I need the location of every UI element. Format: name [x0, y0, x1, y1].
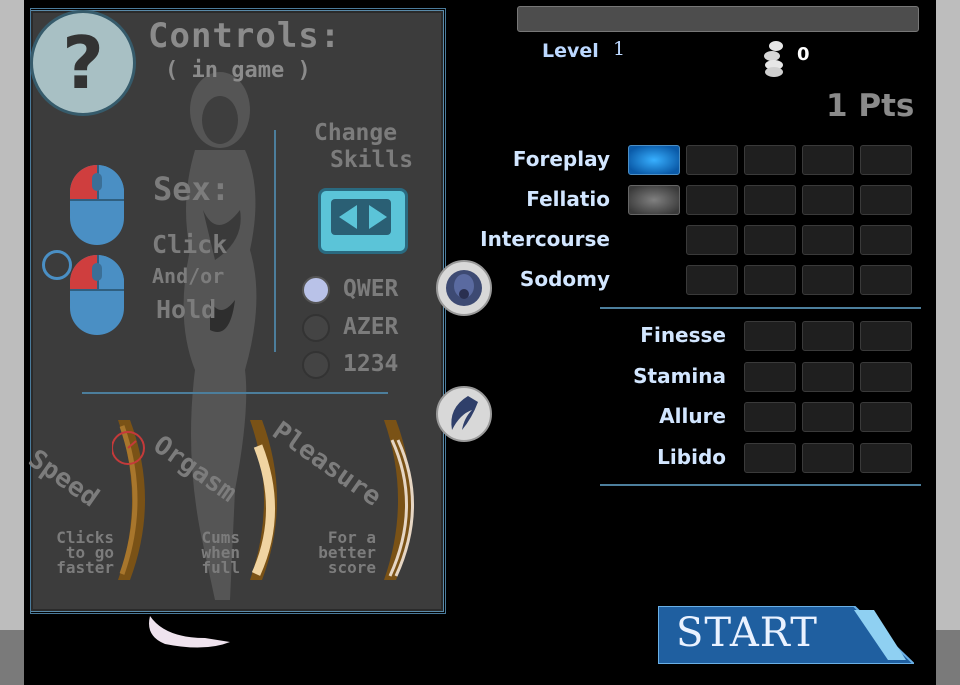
layout-radio-azer[interactable] — [302, 314, 330, 342]
skill-cell-intercourse[interactable] — [860, 225, 912, 255]
skill-cell-finesse[interactable] — [860, 321, 912, 351]
coins-count: 0 — [797, 44, 810, 65]
skill-cell-allure[interactable] — [744, 402, 796, 432]
help-button[interactable]: ? — [30, 10, 136, 116]
skill-cell-foreplay[interactable] — [628, 145, 680, 175]
panel-horizontal-divider — [82, 392, 388, 394]
skill-cell-foreplay[interactable] — [686, 145, 738, 175]
pleasure-gauge — [384, 420, 414, 580]
clock-icon — [42, 250, 72, 280]
start-label: START — [676, 610, 818, 656]
skill-cell-sodomy[interactable] — [686, 265, 738, 295]
skill-cell-libido[interactable] — [744, 442, 796, 473]
change-skills-line2: Skills — [330, 147, 414, 173]
skill-cell-allure[interactable] — [860, 402, 912, 432]
skill-cell-intercourse[interactable] — [686, 225, 738, 255]
mouse-icon-hold — [70, 255, 124, 335]
layout-radio-1234[interactable] — [302, 351, 330, 379]
skill-label-fellatio: Fellatio — [526, 187, 610, 211]
speed-gauge — [112, 420, 145, 580]
controls-subtitle: ( in game ) — [165, 58, 311, 83]
layout-label-1234: 1234 — [343, 351, 399, 377]
skill-cell-intercourse[interactable] — [744, 225, 796, 255]
skill-points: 1 Pts — [826, 88, 915, 124]
skill-cell-sodomy[interactable] — [744, 265, 796, 295]
skill-cell-stamina[interactable] — [860, 361, 912, 392]
skill-label-libido: Libido — [657, 444, 726, 469]
character-foot — [149, 616, 230, 648]
skill-cell-stamina[interactable] — [744, 361, 796, 392]
skill-label-finesse: Finesse — [640, 323, 726, 347]
pleasure-description: For a better score — [318, 528, 376, 577]
layout-label-qwer: QWER — [343, 276, 399, 302]
level-value: 1 — [613, 38, 626, 60]
skill-cell-foreplay[interactable] — [744, 145, 796, 175]
skill-cell-fellatio[interactable] — [686, 185, 738, 215]
speed-description: Clicks to go faster — [56, 528, 114, 577]
skill-label-foreplay: Foreplay — [512, 147, 610, 171]
skill-cell-intercourse[interactable] — [802, 225, 854, 255]
skill-label-intercourse: Intercourse — [480, 227, 610, 251]
click-label: Click — [152, 230, 228, 259]
skill-cell-fellatio[interactable] — [860, 185, 912, 215]
skill-label-sodomy: Sodomy — [519, 267, 610, 291]
orgasm-gauge — [250, 420, 277, 580]
skill-label-stamina: Stamina — [633, 363, 726, 388]
skill-cell-allure[interactable] — [802, 402, 854, 432]
change-skills-line1: Change — [314, 120, 398, 146]
skill-cell-finesse[interactable] — [802, 321, 854, 351]
xp-progress-bar — [517, 6, 919, 32]
right-frame — [936, 0, 960, 685]
layout-label-azer: AZER — [343, 314, 399, 340]
orgasm-description: Cums when full — [201, 528, 240, 577]
skill-label-allure: Allure — [659, 404, 726, 428]
skills-separator-top — [600, 307, 921, 309]
sex-label: Sex: — [153, 170, 231, 208]
skill-cell-libido[interactable] — [860, 442, 912, 473]
level-label: Level — [542, 40, 599, 62]
wing-button[interactable] — [436, 386, 492, 442]
hold-label: Hold — [156, 295, 217, 324]
skill-cell-sodomy[interactable] — [802, 265, 854, 295]
wing-icon — [451, 396, 478, 430]
left-frame — [0, 0, 24, 685]
layout-radio-qwer[interactable] — [302, 276, 330, 304]
skills-separator-bottom — [600, 484, 921, 486]
mouse-icon-click — [70, 165, 124, 245]
arrow-keys-icon — [318, 188, 408, 254]
question-mark-icon: ? — [62, 21, 104, 105]
skill-cell-fellatio[interactable] — [802, 185, 854, 215]
skill-cell-fellatio[interactable] — [628, 185, 680, 215]
skill-cell-libido[interactable] — [802, 442, 854, 473]
skill-cell-finesse[interactable] — [744, 321, 796, 351]
skill-cell-foreplay[interactable] — [860, 145, 912, 175]
skill-cell-stamina[interactable] — [802, 361, 854, 392]
skill-cell-foreplay[interactable] — [802, 145, 854, 175]
skill-cell-fellatio[interactable] — [744, 185, 796, 215]
coins-icon — [764, 41, 783, 77]
andor-label: And/or — [152, 264, 225, 288]
controls-title: Controls: — [148, 16, 342, 56]
panel-vertical-divider — [274, 130, 276, 352]
skill-cell-sodomy[interactable] — [860, 265, 912, 295]
